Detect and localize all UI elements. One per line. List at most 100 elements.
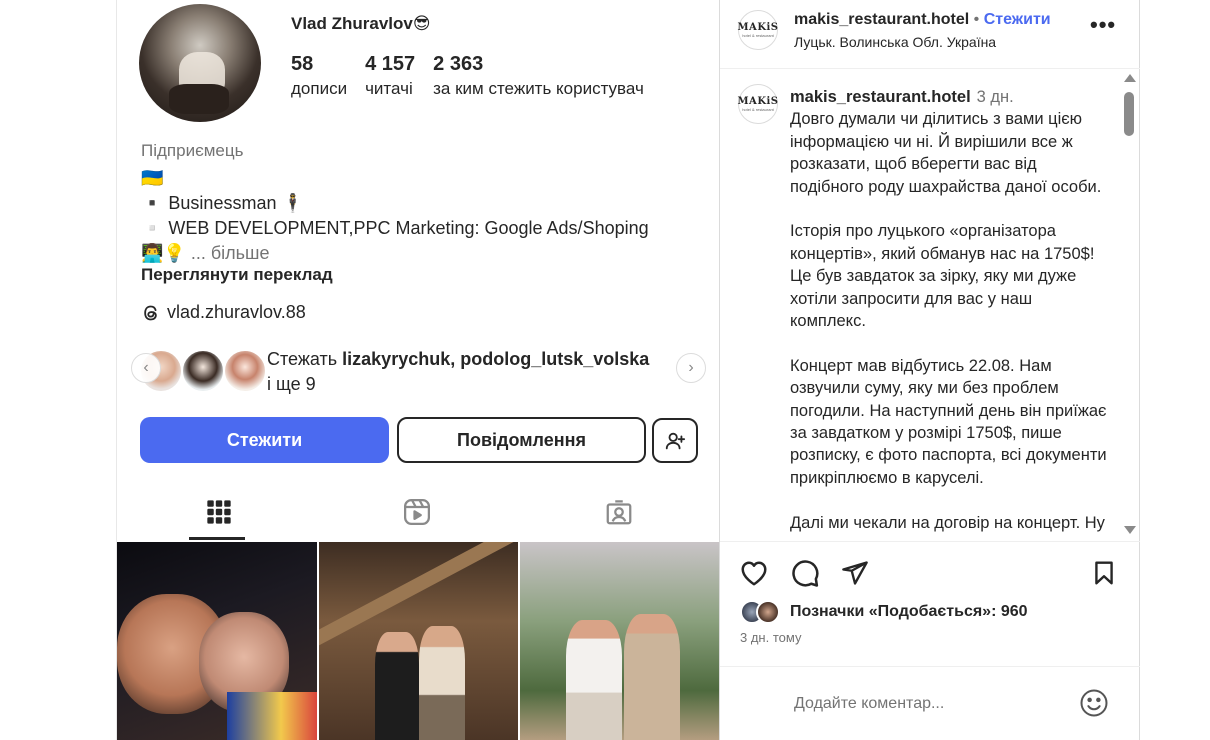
post-thumbnail[interactable] bbox=[520, 542, 719, 740]
post-thumbnail[interactable] bbox=[319, 542, 518, 740]
tab-tagged[interactable] bbox=[599, 492, 639, 532]
photo-person bbox=[624, 614, 680, 740]
account-avatar[interactable]: MAKiS hotel & restaurant bbox=[737, 10, 779, 50]
stat-following-count: 2 363 bbox=[433, 53, 484, 75]
profile-tabs bbox=[117, 488, 719, 540]
followed-by-text[interactable]: Стежать lizakyrychuk, podolog_lutsk_vols… bbox=[267, 347, 697, 397]
header-separator: • bbox=[973, 11, 980, 28]
photo-flag bbox=[227, 692, 317, 740]
share-button[interactable] bbox=[840, 558, 870, 588]
stat-posts-label: дописи bbox=[291, 79, 348, 98]
bio-more-link[interactable]: ... більше bbox=[191, 243, 270, 263]
caption-author[interactable]: makis_restaurant.hotel bbox=[790, 88, 971, 106]
caption-time: 3 дн. bbox=[976, 88, 1014, 106]
suggested-users-button[interactable] bbox=[652, 418, 698, 463]
logo-word: MAKiS bbox=[737, 21, 779, 33]
stat-followers-count: 4 157 bbox=[365, 53, 416, 75]
threads-icon bbox=[144, 305, 157, 320]
message-button[interactable]: Повідомлення bbox=[397, 417, 646, 463]
photo-person bbox=[419, 626, 465, 740]
bio-flag: 🇺🇦 bbox=[141, 168, 164, 188]
likers-avatars[interactable] bbox=[740, 600, 786, 626]
profile-avatar[interactable] bbox=[139, 4, 261, 122]
profile-panel: Vlad Zhuravlov😎 58 дописи 4 157 читачі 2… bbox=[116, 0, 720, 740]
instagram-page: Vlad Zhuravlov😎 58 дописи 4 157 читачі 2… bbox=[0, 0, 1210, 740]
heart-icon bbox=[741, 561, 767, 586]
likes-count[interactable]: Позначки «Подобається»: 960 bbox=[790, 603, 1028, 621]
scroll-up-icon[interactable] bbox=[1124, 74, 1136, 82]
paper-plane-icon bbox=[842, 561, 868, 585]
threads-link[interactable]: vlad.zhuravlov.88 bbox=[141, 302, 306, 323]
bio-line-1: ▪️ Businessman 🕴 bbox=[141, 193, 304, 213]
divider bbox=[720, 666, 1140, 667]
caption-paragraph: Історія про луцького «організатора конце… bbox=[790, 222, 1095, 331]
followed-by-prefix: Стежать bbox=[267, 349, 338, 369]
comment-button[interactable] bbox=[790, 558, 820, 588]
caption-paragraph: Концерт мав відбутись 22.08. Нам озвучил… bbox=[790, 356, 1107, 487]
stat-posts[interactable]: 58 дописи bbox=[291, 52, 347, 102]
tagged-icon bbox=[606, 500, 632, 525]
profile-bio: 🇺🇦 ▪️ Businessman 🕴 ▫️ WEB DEVELOPMENT,P… bbox=[141, 166, 649, 266]
divider bbox=[720, 541, 1140, 542]
stat-following-label: за ким стежить користувач bbox=[433, 79, 644, 98]
caption-scrollbar[interactable] bbox=[1121, 74, 1136, 538]
post-follow-link[interactable]: Стежити bbox=[984, 11, 1051, 28]
followed-by-suffix: і ще 9 bbox=[267, 374, 316, 394]
logo-word: MAKiS bbox=[737, 95, 779, 107]
active-tab-indicator bbox=[189, 537, 245, 540]
see-translation-link[interactable]: Переглянути переклад bbox=[141, 265, 333, 285]
profile-category: Підприємець bbox=[141, 141, 244, 160]
emoji-button[interactable] bbox=[1079, 688, 1109, 718]
bio-line-3: 👨‍💻💡 ... більше bbox=[141, 241, 649, 266]
post-caption: makis_restaurant.hotel 3 дн. Довго думали … bbox=[790, 86, 1108, 540]
add-user-icon bbox=[665, 432, 686, 449]
avatar-figure-body bbox=[169, 84, 229, 114]
caption-paragraph: Далі ми чекали на договір на концерт. Ну bbox=[790, 513, 1105, 532]
profile-username: Vlad Zhuravlov😎 bbox=[291, 14, 431, 33]
stat-followers[interactable]: 4 157 читачі bbox=[365, 52, 415, 102]
post-panel: MAKiS hotel & restaurant makis_restauran… bbox=[720, 0, 1140, 740]
caption-avatar[interactable]: MAKiS hotel & restaurant bbox=[737, 84, 779, 124]
logo-subtitle: hotel & restaurant bbox=[742, 106, 774, 112]
post-location[interactable]: Луцьк. Волинська Обл. Україна bbox=[794, 34, 996, 50]
photo-person bbox=[566, 620, 622, 740]
stat-following[interactable]: 2 363 за ким стежить користувач bbox=[433, 52, 644, 102]
stat-followers-label: читачі bbox=[365, 79, 413, 98]
stat-posts-count: 58 bbox=[291, 53, 314, 75]
carousel-prev-icon[interactable]: ‹ bbox=[131, 353, 161, 383]
follow-button[interactable]: Стежити bbox=[140, 417, 389, 463]
logo-subtitle: hotel & restaurant bbox=[742, 32, 774, 38]
carousel-next-icon[interactable]: › bbox=[676, 353, 706, 383]
divider bbox=[720, 68, 1140, 69]
bookmark-icon bbox=[1095, 561, 1113, 585]
save-button[interactable] bbox=[1089, 558, 1119, 588]
scroll-down-icon[interactable] bbox=[1124, 526, 1136, 534]
grid-icon bbox=[207, 500, 231, 524]
post-header: makis_restaurant.hotel • Стежити bbox=[794, 11, 1051, 29]
more-options-icon[interactable]: ••• bbox=[1090, 14, 1116, 36]
tab-posts[interactable] bbox=[199, 492, 239, 532]
post-timestamp: 3 дн. тому bbox=[740, 630, 802, 645]
follower-avatar[interactable] bbox=[223, 349, 267, 393]
threads-handle: vlad.zhuravlov.88 bbox=[167, 302, 306, 322]
post-thumbnail[interactable] bbox=[117, 542, 317, 740]
comment-icon bbox=[792, 560, 819, 587]
liker-avatar bbox=[756, 600, 780, 624]
photo-person bbox=[375, 632, 419, 740]
bio-line-2: ▫️ WEB DEVELOPMENT,PPC Marketing: Google… bbox=[141, 218, 649, 238]
followed-by-names: lizakyrychuk, podolog_lutsk_volska bbox=[342, 349, 650, 369]
profile-stats: 58 дописи 4 157 читачі 2 363 за ким стеж… bbox=[291, 52, 662, 102]
photo-beam bbox=[319, 542, 518, 647]
scrollbar-thumb[interactable] bbox=[1124, 92, 1134, 136]
like-button[interactable] bbox=[739, 558, 769, 588]
bio-emoji: 👨‍💻💡 bbox=[141, 243, 186, 263]
tab-reels[interactable] bbox=[397, 492, 437, 532]
posts-grid bbox=[117, 542, 719, 740]
followed-by-row: ‹ Стежать lizakyrychuk, podolog_lutsk_vo… bbox=[131, 345, 711, 395]
reels-icon bbox=[404, 499, 430, 525]
comment-input[interactable] bbox=[794, 692, 1064, 716]
smiley-icon bbox=[1080, 689, 1108, 717]
follower-avatar[interactable] bbox=[181, 349, 225, 393]
post-account-name[interactable]: makis_restaurant.hotel bbox=[794, 11, 969, 28]
caption-paragraph: Довго думали чи ділитись з вами цією інф… bbox=[790, 110, 1102, 196]
